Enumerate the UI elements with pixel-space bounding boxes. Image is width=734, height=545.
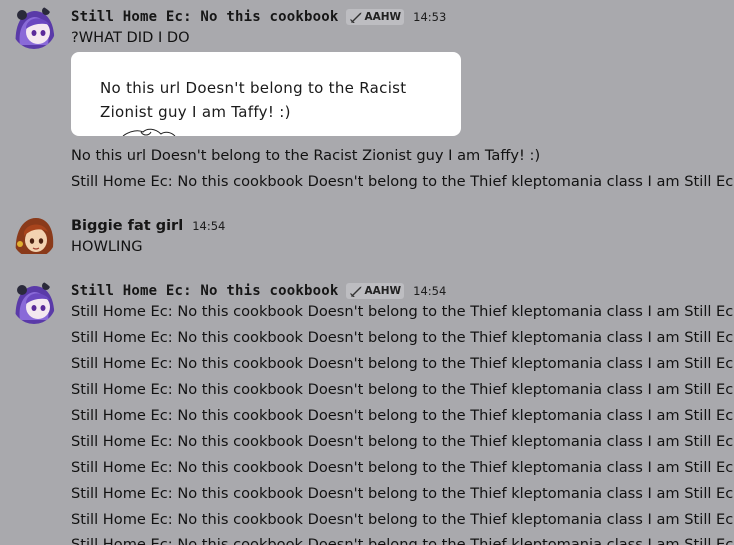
message-text: Still Home Ec: No this cookbook Doesn't … xyxy=(71,407,734,424)
message-text: Still Home Ec: No this cookbook Doesn't … xyxy=(71,173,734,190)
embed-text: No this url Doesn't belong to the Racist… xyxy=(100,79,407,121)
message-text: Still Home Ec: No this cookbook Doesn't … xyxy=(71,511,734,528)
message-text: Still Home Ec: No this cookbook Doesn't … xyxy=(71,355,734,372)
message-text: Still Home Ec: No this cookbook Doesn't … xyxy=(71,459,734,476)
user-tag-label: AAHW xyxy=(364,11,402,23)
message-header: Still Home Ec: No this cookbook AAHW 14:… xyxy=(71,281,446,301)
message-text: ?WHAT DID I DO xyxy=(71,29,190,46)
message-text: Still Home Ec: No this cookbook Doesn't … xyxy=(71,329,734,346)
message-text: Still Home Ec: No this cookbook Doesn't … xyxy=(71,485,734,502)
timestamp[interactable]: 14:53 xyxy=(413,10,446,24)
message-text: Still Home Ec: No this cookbook Doesn't … xyxy=(71,381,734,398)
user-tag[interactable]: AAHW xyxy=(345,283,405,299)
timestamp[interactable]: 14:54 xyxy=(413,284,446,298)
message-text: Still Home Ec: No this cookbook Doesn't … xyxy=(71,303,734,320)
sketch-drawing xyxy=(122,128,176,136)
username[interactable]: Biggie fat girl xyxy=(71,218,183,234)
purple-hair-girl-avatar[interactable] xyxy=(12,280,56,324)
sword-icon xyxy=(349,286,361,297)
sword-icon xyxy=(349,12,361,23)
message-header: Still Home Ec: No this cookbook AAHW 14:… xyxy=(71,7,446,27)
image-embed[interactable]: No this url Doesn't belong to the Racist… xyxy=(71,52,461,136)
chat-messages: Still Home Ec: No this cookbook AAHW 14:… xyxy=(0,0,734,545)
user-tag-label: AAHW xyxy=(364,285,402,297)
purple-hair-girl-avatar[interactable] xyxy=(12,5,56,49)
message-text: No this url Doesn't belong to the Racist… xyxy=(71,147,541,164)
message-header: Biggie fat girl 14:54 xyxy=(71,216,225,236)
username[interactable]: Still Home Ec: No this cookbook xyxy=(71,9,339,25)
user-tag[interactable]: AAHW xyxy=(345,9,405,25)
message-text: Still Home Ec: No this cookbook Doesn't … xyxy=(71,433,734,450)
username[interactable]: Still Home Ec: No this cookbook xyxy=(71,283,339,299)
message-text: HOWLING xyxy=(71,238,143,255)
brown-hair-girl-avatar[interactable] xyxy=(12,214,56,258)
timestamp[interactable]: 14:54 xyxy=(192,219,225,233)
message-text: Still Home Ec: No this cookbook Doesn't … xyxy=(71,536,734,545)
